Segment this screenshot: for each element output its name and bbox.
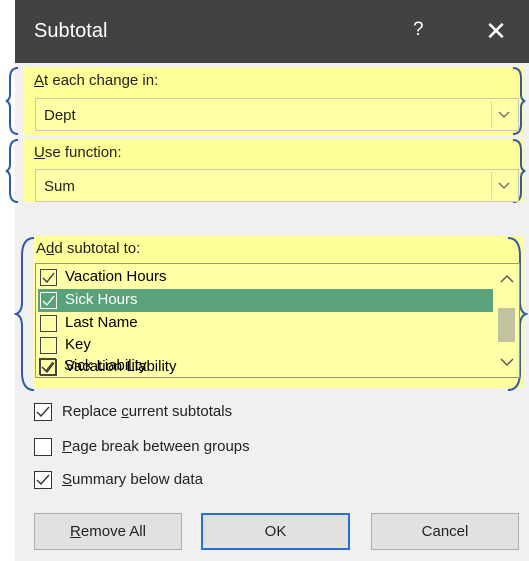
use-function-label: Use function: [34, 144, 122, 161]
change-in-dropdown[interactable]: Dept [35, 98, 519, 131]
change-in-label: At each change in: [34, 72, 158, 89]
replace-label: Replace current subtotals [62, 403, 232, 420]
cancel-label: Cancel [421, 523, 469, 540]
checkbox-sick-hours[interactable] [40, 292, 57, 309]
list-item-label: Vacation Hours [65, 268, 167, 285]
add-subtotal-label: Add subtotal to: [36, 240, 140, 257]
use-function-label-text: se function: [44, 144, 122, 161]
remove-all-button[interactable]: Remove All [34, 513, 182, 550]
use-function-label-key: U [34, 144, 45, 161]
page-break-label-rest: age break between groups [72, 438, 250, 455]
change-in-label-text: t each change in: [44, 72, 159, 89]
list-item-label: Sick Liability [64, 357, 147, 374]
page-break-checkbox[interactable] [34, 438, 52, 456]
checkbox-key[interactable] [40, 337, 57, 354]
summary-label: Summary below data [62, 471, 203, 488]
list-item-label: Last Name [65, 314, 138, 331]
list-item[interactable]: Vacation Hours [38, 266, 493, 289]
change-in-value: Dept [44, 107, 76, 124]
change-in-label-key: A [34, 72, 45, 89]
add-subtotal-label-text: d subtotal to: [54, 240, 141, 257]
list-item-selected[interactable]: Sick Hours [38, 289, 493, 312]
cancel-button[interactable]: Cancel [371, 513, 519, 550]
list-scrollbar[interactable] [495, 264, 519, 377]
replace-label-rest: urrent subtotals [128, 403, 233, 420]
scroll-thumb[interactable] [498, 308, 515, 342]
checkbox-vacation-hours[interactable] [40, 269, 57, 286]
replace-checkbox[interactable] [34, 403, 52, 421]
checkbox-sick-liability[interactable] [39, 358, 56, 375]
use-function-dropdown[interactable]: Sum [35, 169, 519, 202]
list-item[interactable]: Sick Liability [37, 355, 492, 378]
add-subtotal-label-first: A [36, 240, 47, 257]
summary-label-key: S [62, 471, 73, 488]
ok-label: OK [264, 523, 287, 540]
replace-label-key: c [121, 403, 129, 420]
replace-label-pre: Replace [62, 403, 122, 420]
page-break-label: Page break between groups [62, 438, 250, 455]
list-item-label: Sick Hours [65, 291, 138, 308]
use-function-value: Sum [44, 178, 75, 195]
chevron-up-icon[interactable] [500, 274, 514, 283]
chevron-down-icon[interactable] [491, 101, 516, 128]
remove-all-label-key: R [70, 523, 81, 540]
page-break-label-key: P [62, 438, 73, 455]
remove-all-label-rest: emove All [80, 523, 146, 540]
checkbox-last-name[interactable] [40, 315, 57, 332]
chevron-down-icon[interactable] [500, 358, 514, 367]
summary-checkbox[interactable] [34, 471, 52, 489]
list-item[interactable]: Last Name [38, 312, 493, 335]
ok-button[interactable]: OK [201, 513, 350, 550]
chevron-down-icon[interactable] [491, 172, 516, 199]
summary-label-rest: ummary below data [72, 471, 203, 488]
list-item[interactable]: Key [38, 334, 493, 357]
list-item-label: Key [65, 336, 91, 353]
